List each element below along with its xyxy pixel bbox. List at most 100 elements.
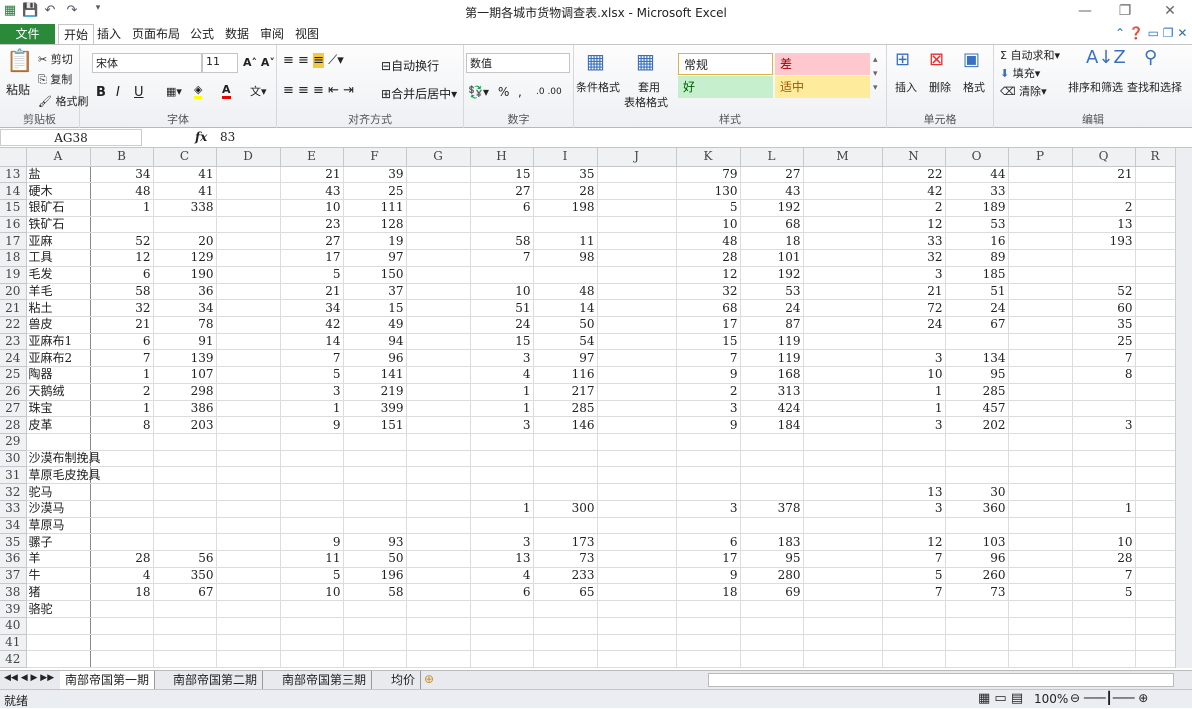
- cell[interactable]: 7: [882, 583, 946, 602]
- cell[interactable]: 盐: [26, 166, 91, 184]
- cell[interactable]: 128: [343, 216, 407, 234]
- cell[interactable]: [406, 333, 471, 351]
- cell[interactable]: 6: [676, 533, 741, 552]
- cell[interactable]: [280, 450, 344, 468]
- cell[interactable]: 95: [740, 550, 804, 568]
- cell[interactable]: [216, 366, 281, 384]
- cell[interactable]: 151: [343, 416, 407, 434]
- cell[interactable]: 58: [90, 283, 154, 301]
- cell[interactable]: 338: [153, 199, 217, 217]
- cell[interactable]: 11: [280, 550, 344, 568]
- cell[interactable]: 53: [945, 216, 1009, 234]
- row-header[interactable]: 32: [0, 483, 27, 501]
- cell[interactable]: 羊毛: [26, 283, 91, 301]
- column-header[interactable]: M: [803, 148, 883, 167]
- row-header[interactable]: 37: [0, 567, 27, 585]
- cell[interactable]: 15: [470, 333, 534, 351]
- cell[interactable]: [740, 650, 804, 669]
- cell[interactable]: 13: [882, 483, 946, 501]
- cell[interactable]: [90, 216, 154, 234]
- cell[interactable]: 285: [945, 383, 1009, 401]
- sheet-tab-4[interactable]: 均价: [386, 671, 422, 689]
- cell[interactable]: [803, 517, 883, 535]
- cell[interactable]: 183: [740, 533, 804, 552]
- cell[interactable]: [216, 316, 281, 334]
- cell[interactable]: [153, 466, 217, 485]
- cell[interactable]: 7: [470, 249, 534, 267]
- cell[interactable]: [533, 650, 598, 669]
- font-size-select[interactable]: 11: [202, 53, 238, 73]
- cell[interactable]: [740, 466, 804, 485]
- cell[interactable]: 58: [470, 232, 534, 251]
- cell[interactable]: 378: [740, 500, 804, 518]
- row-header[interactable]: 22: [0, 316, 27, 334]
- cell[interactable]: [1008, 450, 1073, 468]
- decimal-icons[interactable]: .0 .00: [536, 87, 562, 97]
- cell[interactable]: 11: [533, 232, 598, 251]
- cell[interactable]: [533, 466, 598, 485]
- cell[interactable]: 12: [676, 266, 741, 284]
- row-header[interactable]: 39: [0, 600, 27, 618]
- cell[interactable]: [803, 199, 883, 217]
- cell[interactable]: [803, 450, 883, 468]
- cell[interactable]: [803, 617, 883, 635]
- cell[interactable]: [803, 433, 883, 451]
- cell[interactable]: 202: [945, 416, 1009, 434]
- row-header[interactable]: 16: [0, 216, 27, 234]
- cell[interactable]: [216, 249, 281, 267]
- cell[interactable]: [1135, 550, 1176, 568]
- delete-cells-button[interactable]: 删除: [929, 79, 951, 95]
- cell[interactable]: [740, 617, 804, 635]
- cell[interactable]: [216, 266, 281, 284]
- vertical-align-icons[interactable]: ≡ ≡ ≡ ⟋▾: [283, 53, 344, 68]
- cell[interactable]: [216, 466, 281, 485]
- cell[interactable]: [406, 617, 471, 635]
- underline-button[interactable]: U: [134, 85, 144, 100]
- cell[interactable]: [470, 216, 534, 234]
- cell[interactable]: 56: [153, 550, 217, 568]
- cell[interactable]: [280, 483, 344, 501]
- cell[interactable]: [216, 166, 281, 184]
- cell[interactable]: [406, 483, 471, 501]
- cell[interactable]: [90, 600, 154, 618]
- cell[interactable]: [597, 383, 677, 401]
- cell[interactable]: 185: [945, 266, 1009, 284]
- cell[interactable]: [406, 249, 471, 267]
- cell[interactable]: [597, 166, 677, 184]
- cell[interactable]: 5: [280, 266, 344, 284]
- cell[interactable]: [1135, 182, 1176, 200]
- cell[interactable]: [533, 450, 598, 468]
- cell[interactable]: 5: [280, 366, 344, 384]
- cell[interactable]: [1008, 517, 1073, 535]
- cell[interactable]: 13: [470, 550, 534, 568]
- cell[interactable]: [1008, 216, 1073, 234]
- cell[interactable]: [406, 349, 471, 368]
- horizontal-align-icons[interactable]: ≡ ≡ ≡ ⇤ ⇥: [283, 83, 354, 98]
- cell[interactable]: 牛: [26, 567, 91, 585]
- cell[interactable]: [1008, 500, 1073, 518]
- cell[interactable]: [676, 483, 741, 501]
- cell[interactable]: [676, 450, 741, 468]
- cell[interactable]: [533, 517, 598, 535]
- fill-button[interactable]: ⬇ 填充▾: [1000, 65, 1040, 81]
- cell[interactable]: [90, 634, 154, 652]
- cell[interactable]: 16: [945, 232, 1009, 251]
- cell[interactable]: [1008, 583, 1073, 602]
- cell[interactable]: 5: [280, 567, 344, 585]
- row-header[interactable]: 20: [0, 283, 27, 301]
- cell[interactable]: [945, 450, 1009, 468]
- row-header[interactable]: 24: [0, 349, 27, 368]
- cell[interactable]: [1008, 400, 1073, 418]
- cell[interactable]: [1072, 433, 1136, 451]
- cell[interactable]: [90, 500, 154, 518]
- cell[interactable]: 196: [343, 567, 407, 585]
- cell[interactable]: [1135, 500, 1176, 518]
- cell[interactable]: [1008, 366, 1073, 384]
- tab-formulas[interactable]: 公式: [185, 24, 219, 44]
- cell[interactable]: 8: [90, 416, 154, 434]
- cell[interactable]: 34: [153, 299, 217, 317]
- cell[interactable]: [803, 299, 883, 317]
- cell[interactable]: 44: [945, 166, 1009, 184]
- cell[interactable]: [1008, 550, 1073, 568]
- tab-page-layout[interactable]: 页面布局: [127, 24, 185, 44]
